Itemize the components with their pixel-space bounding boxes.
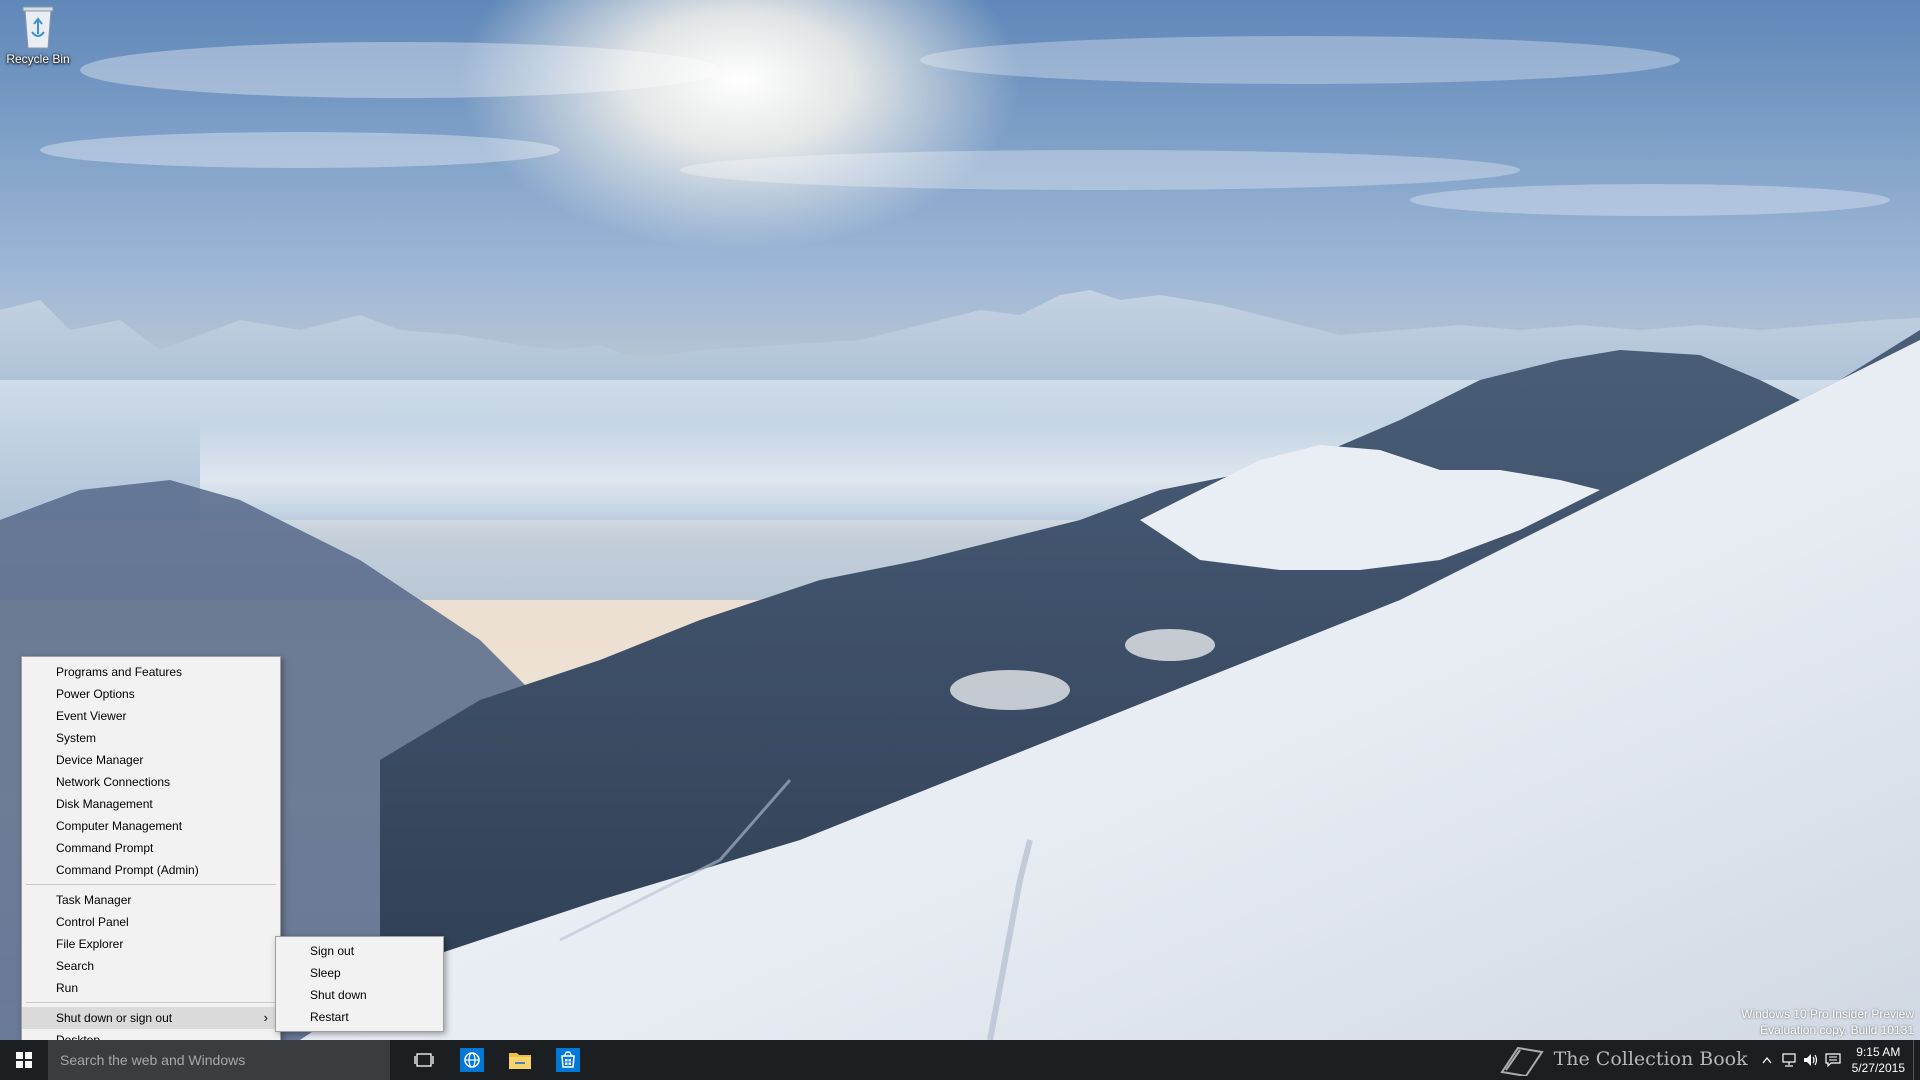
network-button[interactable]: [1778, 1040, 1800, 1080]
menu-item-control-panel[interactable]: Control Panel: [22, 911, 280, 933]
menu-item-shut-down-or-sign-out[interactable]: Shut down or sign out ›: [22, 1007, 280, 1029]
menu-item-run[interactable]: Run: [22, 977, 280, 999]
desktop-icon-label: Recycle Bin: [6, 52, 70, 66]
menu-separator: [26, 1002, 276, 1003]
store-button[interactable]: [544, 1040, 592, 1080]
evaluation-watermark: Windows 10 Pro Insider Preview Evaluatio…: [1741, 1006, 1914, 1038]
menu-item-computer-management[interactable]: Computer Management: [22, 815, 280, 837]
book-logo-icon: [1499, 1046, 1544, 1076]
task-view-button[interactable]: [400, 1040, 448, 1080]
browser-button[interactable]: [448, 1040, 496, 1080]
store-icon: [556, 1048, 580, 1072]
clock[interactable]: 9:15 AM 5/27/2015: [1844, 1044, 1913, 1076]
menu-item-event-viewer[interactable]: Event Viewer: [22, 705, 280, 727]
network-icon: [1782, 1053, 1796, 1067]
desktop-wallpaper: [0, 0, 1920, 1080]
submenu-item-sleep[interactable]: Sleep: [276, 962, 443, 984]
menu-item-power-options[interactable]: Power Options: [22, 683, 280, 705]
taskbar-empty-area: The Collection Book: [592, 1040, 1756, 1080]
menu-item-task-manager[interactable]: Task Manager: [22, 889, 280, 911]
shutdown-submenu: Sign out Sleep Shut down Restart: [275, 936, 444, 1032]
power-user-menu: Programs and Features Power Options Even…: [21, 656, 281, 1054]
search-input[interactable]: Search the web and Windows: [48, 1040, 390, 1080]
action-center-icon: [1825, 1053, 1841, 1067]
edge-browser-icon: [460, 1048, 484, 1072]
chevron-right-icon: ›: [263, 1010, 268, 1025]
show-hidden-icons-button[interactable]: [1756, 1040, 1778, 1080]
menu-item-file-explorer[interactable]: File Explorer: [22, 933, 280, 955]
menu-item-command-prompt-admin[interactable]: Command Prompt (Admin): [22, 859, 280, 881]
menu-item-network-connections[interactable]: Network Connections: [22, 771, 280, 793]
windows-logo-icon: [16, 1052, 32, 1068]
submenu-item-shut-down[interactable]: Shut down: [276, 984, 443, 1006]
file-explorer-button[interactable]: [496, 1040, 544, 1080]
watermark-build: Evaluation copy. Build 10131: [1760, 1023, 1914, 1037]
menu-item-search[interactable]: Search: [22, 955, 280, 977]
menu-item-disk-management[interactable]: Disk Management: [22, 793, 280, 815]
menu-item-label: Shut down or sign out: [56, 1011, 173, 1025]
menu-item-command-prompt[interactable]: Command Prompt: [22, 837, 280, 859]
watermark-edition: Windows 10 Pro Insider Preview: [1741, 1007, 1914, 1021]
file-explorer-icon: [509, 1053, 531, 1069]
clock-time: 9:15 AM: [1856, 1045, 1901, 1059]
submenu-item-restart[interactable]: Restart: [276, 1006, 443, 1028]
action-center-button[interactable]: [1822, 1040, 1844, 1080]
desktop-icon-recycle-bin[interactable]: Recycle Bin: [4, 4, 72, 66]
show-hidden-icons-icon: [1762, 1056, 1772, 1064]
show-desktop-button[interactable]: [1913, 1040, 1920, 1080]
menu-item-device-manager[interactable]: Device Manager: [22, 749, 280, 771]
menu-separator: [26, 884, 276, 885]
brand-overlay: The Collection Book: [1498, 1042, 1748, 1076]
system-tray: 9:15 AM 5/27/2015: [1756, 1040, 1920, 1080]
recycle-bin-icon: [17, 4, 59, 50]
menu-item-programs-and-features[interactable]: Programs and Features: [22, 661, 280, 683]
brand-overlay-text: The Collection Book: [1553, 1048, 1748, 1070]
task-view-icon: [414, 1053, 434, 1067]
volume-icon: [1803, 1054, 1817, 1066]
start-button[interactable]: [0, 1040, 48, 1080]
volume-button[interactable]: [1800, 1040, 1822, 1080]
menu-item-system[interactable]: System: [22, 727, 280, 749]
clock-date: 5/27/2015: [1851, 1061, 1905, 1075]
submenu-item-sign-out[interactable]: Sign out: [276, 940, 443, 962]
taskbar: Search the web and Windows The Collectio…: [0, 1040, 1920, 1080]
